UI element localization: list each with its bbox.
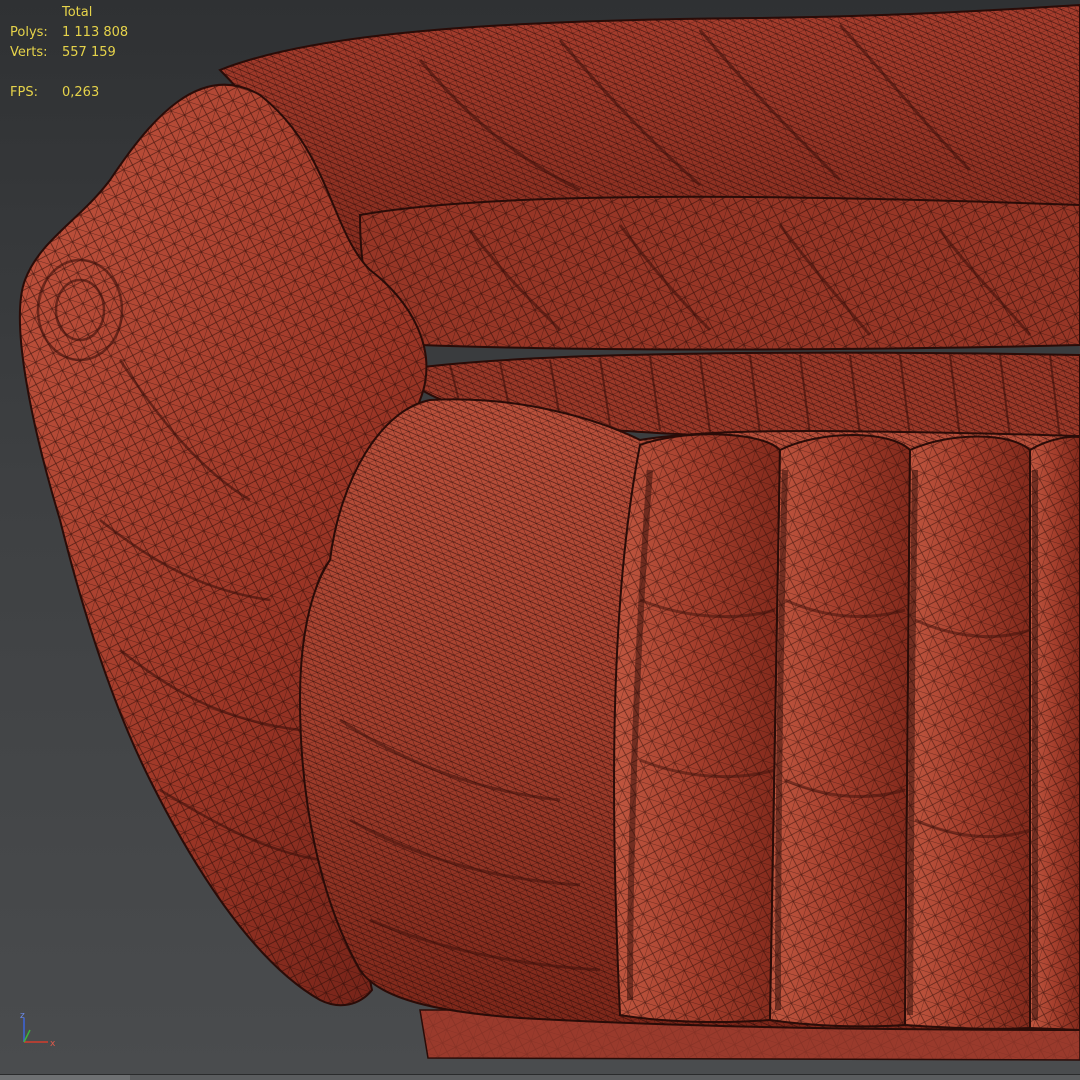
polys-value: 1 113 808 [62, 25, 129, 40]
sofa-wireframe-render [18, 3, 1080, 1061]
viewport-statistics: Total Polys: 1 113 808 Verts: 557 159 FP… [10, 3, 128, 103]
sofa-seat-cushion [298, 398, 1080, 1032]
axis-z-label: z [20, 1011, 25, 1021]
verts-label: Verts: [10, 45, 48, 60]
3d-viewport[interactable]: Total Polys: 1 113 808 Verts: 557 159 FP… [0, 0, 1080, 1080]
fps-value: 0,263 [62, 85, 100, 100]
viewport-bottom-bar [0, 1074, 1080, 1080]
stats-header-row: Total [10, 3, 128, 23]
timeline-tab[interactable] [0, 1075, 130, 1080]
fps-label: FPS: [10, 85, 38, 100]
stats-polys-row: Polys: 1 113 808 [10, 23, 128, 43]
stats-fps-row: FPS: 0,263 [10, 83, 128, 103]
axis-tripod-icon: z x [20, 1011, 56, 1049]
verts-value: 557 159 [62, 45, 116, 60]
sofa-channel-tufts [613, 433, 1080, 1032]
stats-verts-row: Verts: 557 159 [10, 43, 128, 63]
polys-label: Polys: [10, 25, 48, 40]
axis-x-label: x [50, 1039, 56, 1049]
stats-header: Total [62, 5, 93, 20]
